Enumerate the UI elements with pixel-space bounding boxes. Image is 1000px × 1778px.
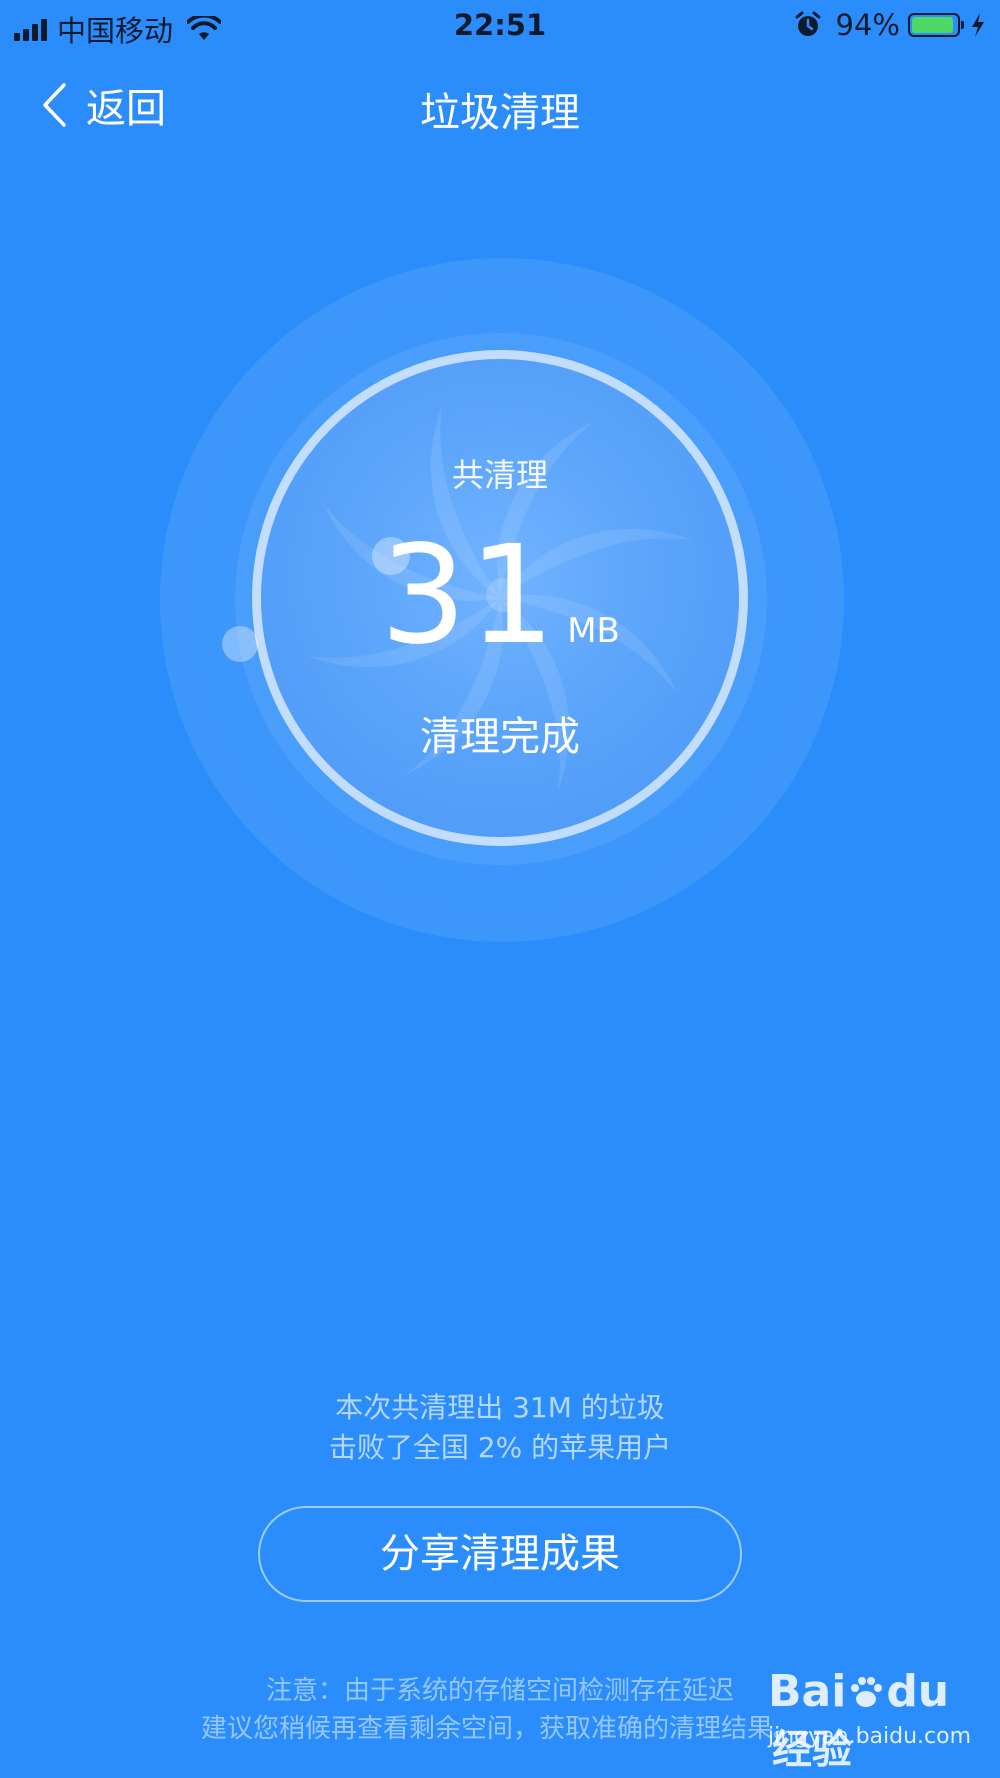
clean-status: 清理完成 — [420, 714, 580, 760]
alarm-icon — [795, 11, 821, 36]
battery-fill — [912, 17, 954, 33]
nav-bar: 返回 垃圾清理 — [0, 56, 1000, 146]
cleaned-size: 31 MB — [0, 528, 1000, 664]
paw-icon — [851, 1677, 883, 1707]
watermark-brand: Bai du经验 — [768, 1666, 950, 1773]
status-bar: 中国移动 22:51 94% — [0, 0, 1000, 50]
battery-percent: 94% — [835, 8, 900, 42]
summary-line-1: 本次共清理出 31M 的垃圾 — [335, 1391, 665, 1424]
screen: 中国移动 22:51 94% 返回 垃圾清理 共清理 31 MB 清理完成 本次… — [0, 0, 1000, 1778]
cleaned-size-value: 31 — [380, 517, 558, 675]
page-title: 垃圾清理 — [420, 90, 580, 136]
cleaned-size-unit: MB — [567, 611, 620, 651]
watermark-url: jingyan.baidu.com — [768, 1724, 972, 1749]
baidu-jingyan-watermark: Bai du经验 jingyan.baidu.com — [768, 1666, 972, 1773]
status-right: 94% — [794, 8, 986, 42]
summary-text: 本次共清理出 31M 的垃圾 击败了全国 2% 的苹果用户 — [0, 1388, 1000, 1468]
charging-bolt-icon — [972, 13, 984, 37]
summary-line-2: 击败了全国 2% 的苹果用户 — [328, 1431, 672, 1464]
cleaned-label: 共清理 — [451, 456, 548, 494]
share-results-button[interactable]: 分享清理成果 — [258, 1506, 742, 1602]
battery-icon — [908, 13, 964, 37]
